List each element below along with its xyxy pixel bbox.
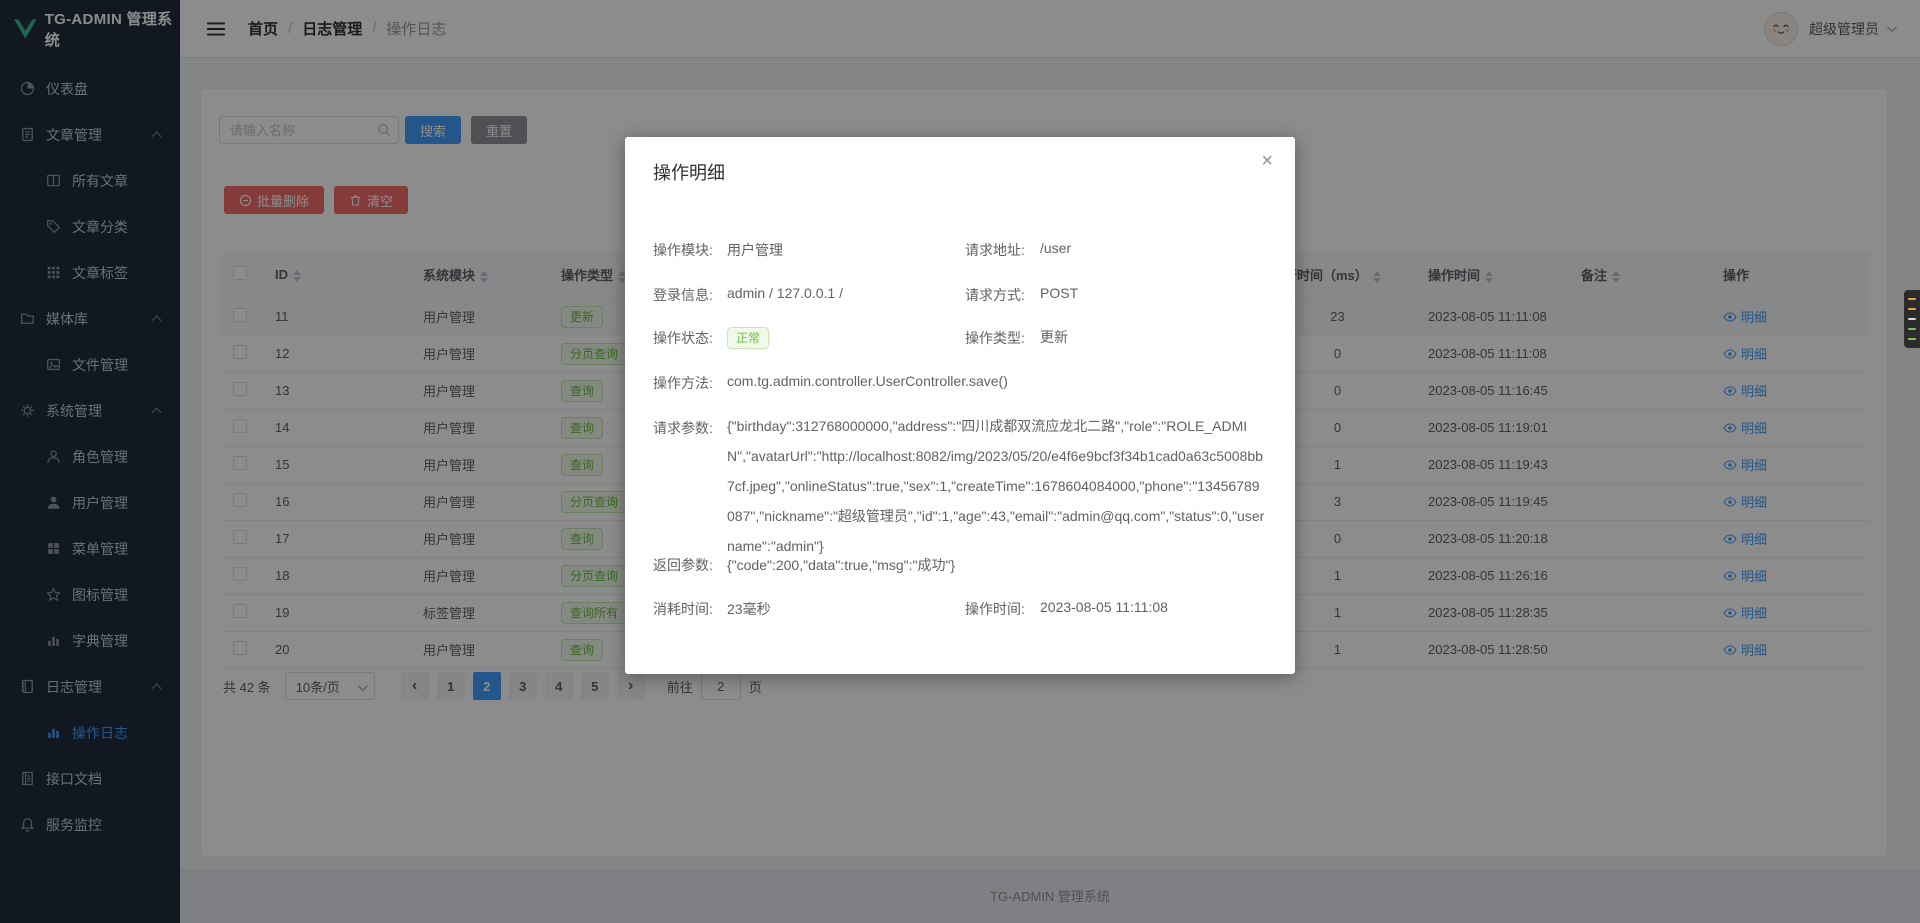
req-params-value: {"birthday":312768000000,"address":"四川成都… [727,411,1267,561]
op-method-label: 操作方法: [653,373,727,393]
op-status-label: 操作状态: [653,327,727,349]
op-module-label: 操作模块: [653,240,727,260]
op-method-value: com.tg.admin.controller.UserController.s… [727,373,1008,389]
req-url-value: /user [1040,240,1071,260]
op-type-value: 更新 [1040,327,1068,349]
resp-params-label: 返回参数: [653,555,727,575]
op-time-value: 2023-08-05 11:11:08 [1040,599,1168,619]
op-module-value: 用户管理 [727,240,783,260]
op-type-label: 操作类型: [965,327,1040,349]
resp-params-value: {"code":200,"data":true,"msg":"成功"} [727,555,955,575]
req-params-label: 请求参数: [653,418,727,438]
app-root: TG-ADMIN 管理系统 仪表盘 文章管理 所有文章 文章分类 [0,0,1920,923]
op-status-tag: 正常 [727,327,769,349]
login-info-label: 登录信息: [653,285,727,305]
req-method-label: 请求方式: [965,285,1040,305]
modal-title: 操作明细 [653,159,725,185]
op-time-label: 操作时间: [965,599,1040,619]
floating-widget[interactable] [1904,290,1920,348]
req-method-value: POST [1040,285,1078,305]
cost-time-label: 消耗时间: [653,599,727,619]
operation-detail-modal: 操作明细 × 操作模块: 用户管理 请求地址: /user 登录信息: admi… [625,137,1295,674]
cost-time-value: 23毫秒 [727,599,771,619]
close-icon[interactable]: × [1261,151,1273,171]
req-url-label: 请求地址: [965,240,1040,260]
login-info-value: admin / 127.0.0.1 / [727,285,843,301]
